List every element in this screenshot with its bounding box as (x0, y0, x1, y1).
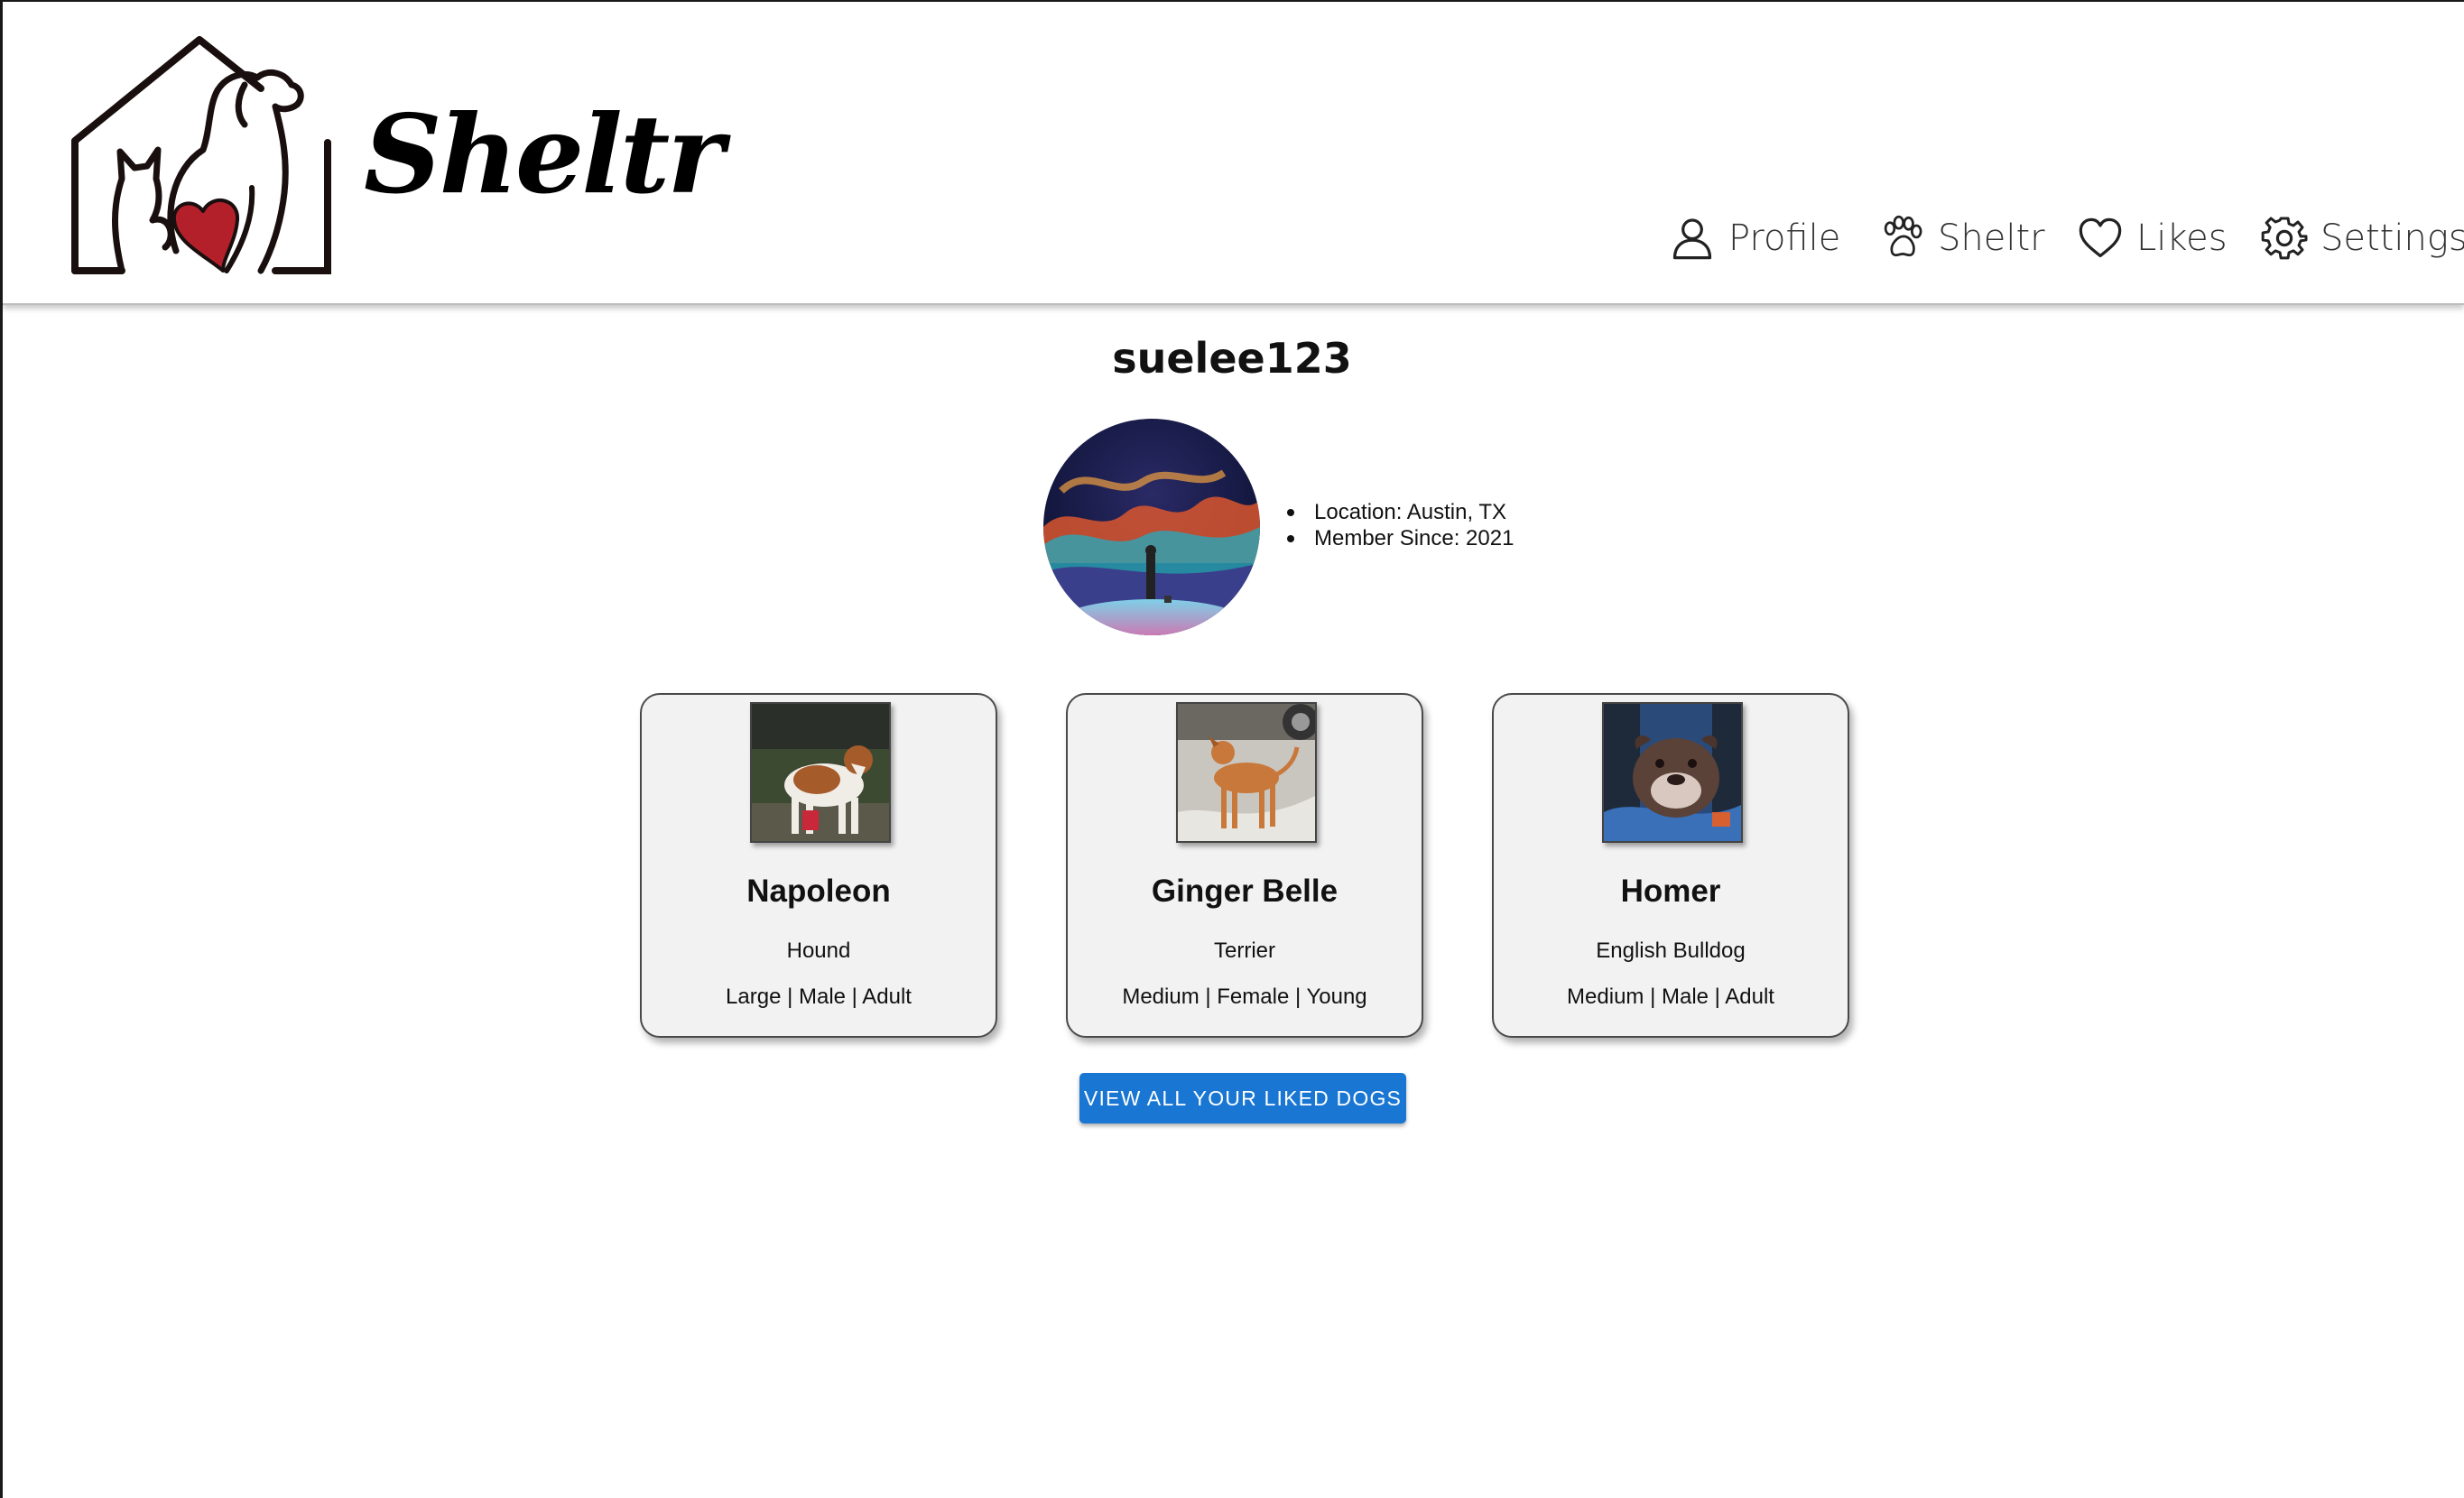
dog-name: Homer (1620, 874, 1721, 909)
brand-wordmark: Sheltr (364, 91, 724, 218)
dog-card[interactable]: Homer English Bulldog Medium | Male | Ad… (1492, 693, 1849, 1038)
dog-name: Napoleon (746, 874, 891, 909)
profile-info-list: Location: Austin, TX Member Since: 2021 (1287, 499, 1514, 551)
dog-card[interactable]: Ginger Belle Terrier Medium | Female | Y… (1066, 693, 1423, 1038)
dog-card[interactable]: Napoleon Hound Large | Male | Adult (640, 693, 997, 1038)
nav-likes[interactable]: Likes (2077, 202, 2228, 274)
dog-breed: Hound (786, 939, 851, 963)
profile-member-since: Member Since: 2021 (1287, 525, 1514, 551)
nav-profile[interactable]: Profile (1669, 202, 1840, 274)
dog-photo (750, 702, 891, 843)
gear-icon (2261, 217, 2308, 260)
dog-photo (1602, 702, 1743, 843)
avatar (1043, 419, 1260, 635)
dog-breed: English Bulldog (1596, 939, 1746, 963)
dog-attributes: Medium | Male | Adult (1567, 985, 1774, 1009)
dog-photo (1176, 702, 1317, 843)
nav-settings[interactable]: Settings (2261, 202, 2464, 274)
nav-profile-label: Profile (1728, 217, 1841, 259)
top-header: Sheltr Profile Sheltr Likes Settings (3, 2, 2464, 305)
nav-settings-label: Settings (2320, 217, 2464, 259)
nav-likes-label: Likes (2136, 217, 2228, 259)
dog-attributes: Large | Male | Adult (726, 985, 912, 1009)
nav-sheltr[interactable]: Sheltr (1878, 202, 2045, 274)
view-all-liked-dogs-button[interactable]: VIEW ALL YOUR LIKED DOGS (1079, 1073, 1406, 1124)
dog-name: Ginger Belle (1151, 874, 1339, 909)
paw-icon (1884, 215, 1922, 257)
profile-username: suelee123 (1112, 334, 1352, 383)
profile-location: Location: Austin, TX (1287, 499, 1514, 525)
heart-icon (2079, 217, 2122, 258)
person-icon (1672, 218, 1712, 260)
dog-attributes: Medium | Female | Young (1122, 985, 1367, 1009)
sheltr-logo-icon (71, 36, 331, 274)
nav-sheltr-label: Sheltr (1938, 217, 2045, 259)
dog-breed: Terrier (1213, 939, 1275, 963)
